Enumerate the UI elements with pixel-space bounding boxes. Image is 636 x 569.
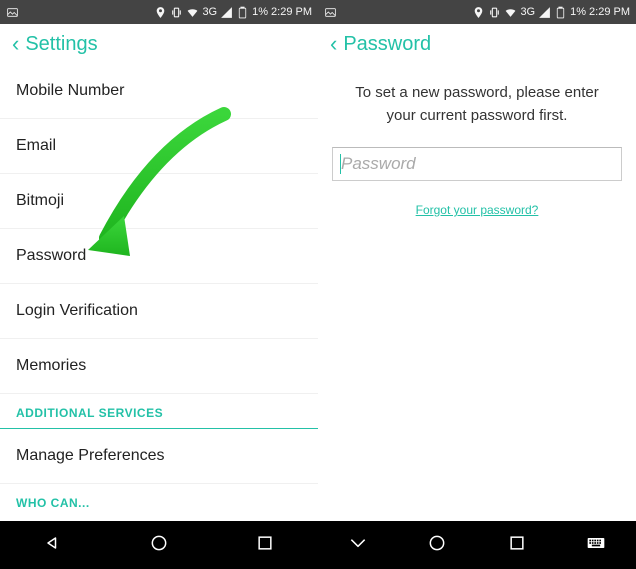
instruction-text: To set a new password, please enter your… (318, 64, 636, 139)
wifi-icon (504, 6, 517, 19)
page-title: Password (343, 33, 431, 56)
forgot-password-link[interactable]: Forgot your password? (318, 203, 636, 217)
back-button[interactable]: ‹ (8, 31, 23, 57)
location-icon (472, 6, 485, 19)
back-button[interactable]: ‹ (326, 31, 341, 57)
header: ‹ Settings (0, 24, 318, 64)
settings-item-mobile-number[interactable]: Mobile Number (0, 64, 318, 119)
image-icon (6, 6, 19, 19)
wifi-icon (186, 6, 199, 19)
status-bar: 3G 1% 2:29 PM (318, 0, 636, 24)
text-cursor (340, 154, 341, 174)
keyboard-icon[interactable] (586, 533, 606, 558)
password-input[interactable]: Password (332, 147, 622, 181)
password-content: To set a new password, please enter your… (318, 64, 636, 521)
nav-back-button[interactable] (43, 533, 63, 558)
clock-time: 2:29 PM (589, 6, 630, 18)
nav-bar (0, 521, 318, 569)
settings-item-password[interactable]: Password (0, 229, 318, 284)
network-label: 3G (202, 6, 217, 18)
settings-item-manage-preferences[interactable]: Manage Preferences (0, 429, 318, 484)
settings-item-bitmoji[interactable]: Bitmoji (0, 174, 318, 229)
nav-recents-button[interactable] (255, 533, 275, 558)
nav-recents-button[interactable] (507, 533, 527, 558)
vibrate-icon (170, 6, 183, 19)
settings-item-login-verification[interactable]: Login Verification (0, 284, 318, 339)
settings-list[interactable]: Mobile Number Email Bitmoji Password Log… (0, 64, 318, 521)
status-bar: 3G 1% 2:29 PM (0, 0, 318, 24)
vibrate-icon (488, 6, 501, 19)
signal-icon (538, 6, 551, 19)
nav-home-button[interactable] (427, 533, 447, 558)
battery-percent: 1% (570, 6, 586, 18)
settings-screen: 3G 1% 2:29 PM ‹ Settings Mobile Number E… (0, 0, 318, 569)
nav-bar (318, 521, 636, 569)
battery-percent: 1% (252, 6, 268, 18)
placeholder-text: Password (341, 154, 416, 173)
settings-item-memories[interactable]: Memories (0, 339, 318, 394)
password-screen: 3G 1% 2:29 PM ‹ Password To set a new pa… (318, 0, 636, 569)
section-additional-services: ADDITIONAL SERVICES (0, 394, 318, 429)
nav-back-button[interactable] (348, 533, 368, 558)
section-who-can: WHO CAN... (0, 484, 318, 518)
header: ‹ Password (318, 24, 636, 64)
nav-home-button[interactable] (149, 533, 169, 558)
settings-item-email[interactable]: Email (0, 119, 318, 174)
network-label: 3G (520, 6, 535, 18)
battery-icon (236, 6, 249, 19)
page-title: Settings (25, 33, 97, 56)
battery-icon (554, 6, 567, 19)
image-icon (324, 6, 337, 19)
signal-icon (220, 6, 233, 19)
clock-time: 2:29 PM (271, 6, 312, 18)
location-icon (154, 6, 167, 19)
